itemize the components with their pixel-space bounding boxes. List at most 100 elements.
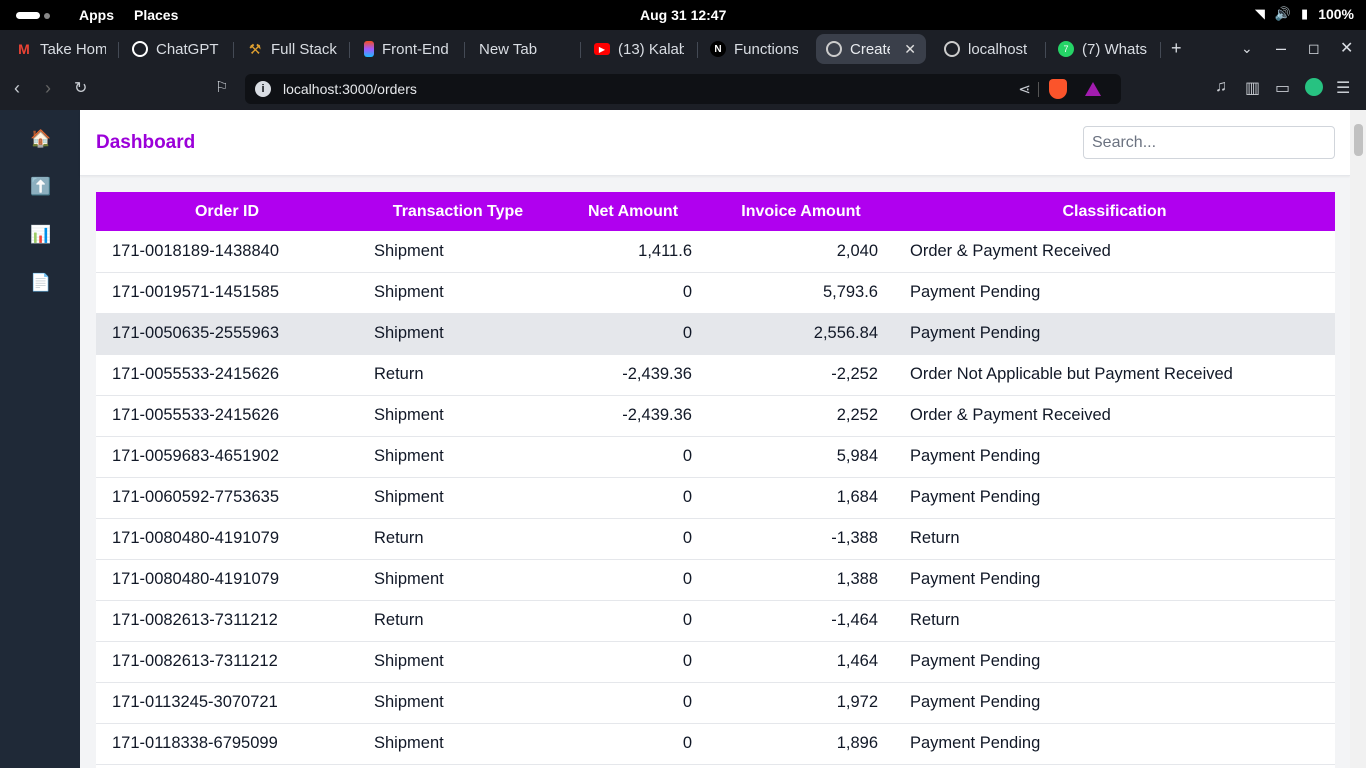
chart-icon[interactable]: 📊 [30, 225, 51, 245]
table-row[interactable]: 171-0126751-0482233Shipment01,756Payment… [96, 764, 1335, 768]
battery-icon: ▮ [1301, 6, 1309, 21]
new-tab-icon[interactable]: + [1171, 38, 1182, 59]
tab-search-chevron-icon[interactable]: ⌄ [1241, 40, 1253, 57]
address-bar[interactable]: i localhost:3000/orders ⋖ [245, 74, 1121, 104]
classification-cell: Payment Pending [894, 436, 1335, 478]
invoice-amount-cell: 1,684 [708, 477, 894, 519]
document-icon[interactable]: 📄 [30, 273, 51, 293]
table-row[interactable]: 171-0082613-7311212 Shipment 0 1,464 Payment… [96, 641, 1335, 683]
media-icon[interactable]: ♫ [1215, 78, 1227, 96]
menu-icon[interactable]: ☰ [1336, 78, 1350, 98]
classification-cell: Payment Pending [894, 313, 1335, 355]
reload-icon[interactable]: ↻ [74, 78, 87, 98]
net-amount-cell: 0 [558, 272, 708, 314]
net-amount-cell: 0 [558, 518, 708, 560]
classification-cell: Order Not Applicable but Payment Receive… [894, 354, 1335, 396]
order-id-cell: 171-0018189-1438840 [96, 231, 358, 273]
scrollbar-thumb[interactable] [1354, 124, 1363, 156]
transaction-type-cell: Shipment [358, 477, 558, 519]
table-row[interactable]: 171-0018189-1438840 Shipment 1,411.6 2,040 O… [96, 231, 1335, 273]
profile-avatar[interactable] [1305, 78, 1323, 96]
clock[interactable]: Aug 31 12:47 [640, 7, 726, 23]
close-tab-icon[interactable]: ✕ [904, 41, 916, 58]
tab-chatgpt[interactable]: ChatGPT [122, 34, 230, 64]
system-top-bar: Apps Places Aug 31 12:47 ◥ 🔊 ▮ 100% [0, 0, 1366, 30]
classification-cell: Payment Pending [894, 272, 1335, 314]
globe-icon [944, 41, 960, 57]
forward-icon[interactable]: › [45, 78, 51, 99]
classification-cell: Payment Pending [894, 764, 1335, 768]
upload-icon[interactable]: ⬆️ [30, 177, 51, 197]
tab-title: Functions [734, 40, 798, 58]
tab-title: New Tab [479, 40, 538, 58]
column-header-classification[interactable]: Classification [894, 192, 1335, 231]
transaction-type-cell: Shipment [358, 682, 558, 724]
net-amount-cell: -2,439.36 [558, 354, 708, 396]
close-window-icon[interactable]: ✕ [1340, 38, 1353, 58]
site-info-icon[interactable]: i [255, 81, 271, 97]
table-row[interactable]: 171-0055533-2415626 Return -2,439.36 -2,252… [96, 354, 1335, 396]
order-id-cell: 171-0113245-3070721 [96, 682, 358, 724]
places-menu[interactable]: Places [134, 7, 178, 23]
net-amount-cell: -2,439.36 [558, 395, 708, 437]
column-header-invoice-amount[interactable]: Invoice Amount [708, 192, 894, 231]
minimize-icon[interactable]: – [1276, 38, 1286, 59]
table-row[interactable]: 171-0060592-7753635 Shipment 0 1,684 Payment… [96, 477, 1335, 519]
invoice-amount-cell: 5,984 [708, 436, 894, 478]
maximize-icon[interactable]: ◻ [1308, 40, 1320, 57]
tab-create-active[interactable]: Create ✕ [816, 34, 926, 64]
tab-whatsapp[interactable]: 7 (7) Whats [1048, 34, 1158, 64]
net-amount-cell: 0 [558, 477, 708, 519]
nextjs-icon: N [710, 41, 726, 57]
chatgpt-icon [132, 41, 148, 57]
table-row[interactable]: 171-0080480-4191079 Shipment 0 1,388 Payment… [96, 559, 1335, 601]
wallet-icon[interactable]: ▭ [1275, 78, 1290, 98]
order-id-cell: 171-0050635-2555963 [96, 313, 358, 355]
home-icon[interactable]: 🏠 [30, 129, 51, 149]
system-tray[interactable]: ◥ 🔊 ▮ 100% [1255, 6, 1354, 22]
wifi-icon: ◥ [1254, 6, 1265, 21]
transaction-type-cell: Shipment [358, 723, 558, 765]
tab-localhost[interactable]: localhost [934, 34, 1042, 64]
net-amount-cell: 0 [558, 313, 708, 355]
orders-table-container: Order ID Transaction Type Net Amount Inv… [96, 192, 1335, 768]
table-row[interactable]: 171-0019571-1451585 Shipment 0 5,793.6 Payme… [96, 272, 1335, 314]
workspace-indicator[interactable] [16, 12, 50, 19]
tab-youtube[interactable]: ▶ (13) Kalab [584, 34, 694, 64]
table-row[interactable]: 171-0113245-3070721 Shipment 0 1,972 Payment… [96, 682, 1335, 724]
url-text[interactable]: localhost:3000/orders [283, 81, 417, 97]
share-icon[interactable]: ⋖ [1018, 80, 1031, 98]
order-id-cell: 171-0055533-2415626 [96, 395, 358, 437]
table-row[interactable]: 171-0059683-4651902 Shipment 0 5,984 Payment… [96, 436, 1335, 478]
table-row[interactable]: 171-0080480-4191079 Return 0 -1,388 Return [96, 518, 1335, 560]
order-id-cell: 171-0118338-6795099 [96, 723, 358, 765]
table-row[interactable]: 171-0055533-2415626 Shipment -2,439.36 2,25… [96, 395, 1335, 437]
net-amount-cell: 0 [558, 764, 708, 768]
brave-shields-icon[interactable] [1049, 79, 1067, 99]
tab-take-home[interactable]: M Take Home [6, 34, 116, 64]
bookmark-icon[interactable]: ⚐ [215, 78, 228, 96]
table-row[interactable]: 171-0082613-7311212 Return 0 -1,464 Return [96, 600, 1335, 642]
tab-full-stack[interactable]: ⚒ Full Stack [237, 34, 347, 64]
net-amount-cell: 0 [558, 600, 708, 642]
column-header-transaction-type[interactable]: Transaction Type [358, 192, 558, 231]
brave-rewards-icon[interactable] [1085, 82, 1101, 96]
tab-front-end[interactable]: Front-End [354, 34, 458, 64]
order-id-cell: 171-0126751-0482233 [96, 764, 358, 768]
tab-title: Create [850, 40, 890, 58]
classification-cell: Return [894, 518, 1335, 560]
column-header-net-amount[interactable]: Net Amount [558, 192, 708, 231]
back-icon[interactable]: ‹ [14, 78, 20, 99]
tab-functions[interactable]: N Functions [700, 34, 808, 64]
invoice-amount-cell: 2,252 [708, 395, 894, 437]
search-input[interactable] [1083, 126, 1335, 159]
column-header-order-id[interactable]: Order ID [96, 192, 358, 231]
apps-menu[interactable]: Apps [79, 7, 114, 23]
page-scrollbar[interactable] [1350, 110, 1366, 768]
sidebar-toggle-icon[interactable]: ▥ [1245, 78, 1260, 98]
table-row[interactable]: 171-0050635-2555963 Shipment 0 2,556.84 Paym… [96, 313, 1335, 355]
table-row[interactable]: 171-0118338-6795099 Shipment 0 1,896 Payment… [96, 723, 1335, 765]
invoice-amount-cell: 1,972 [708, 682, 894, 724]
invoice-amount-cell: 1,388 [708, 559, 894, 601]
tab-new-tab[interactable]: New Tab [469, 34, 579, 64]
